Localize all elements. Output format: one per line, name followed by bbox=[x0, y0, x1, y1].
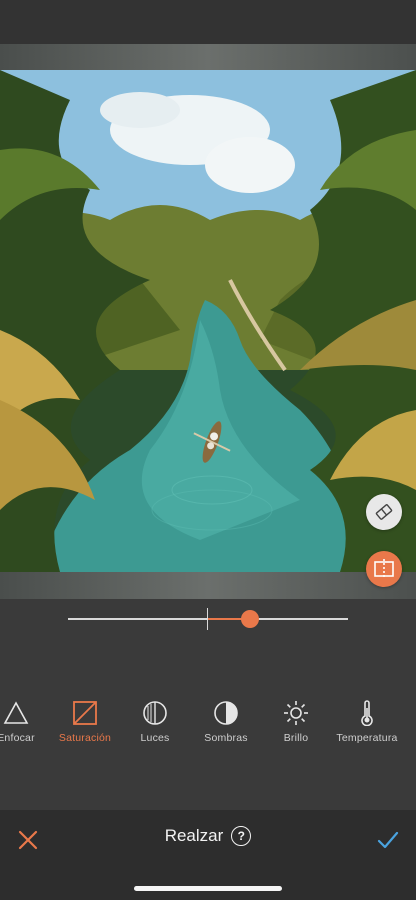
slider-center-mark bbox=[207, 608, 208, 630]
adjust-tools: Enfocar Saturación Luces Sombras Brillo … bbox=[0, 700, 416, 760]
photo-canvas[interactable] bbox=[0, 70, 416, 572]
thermometer-icon bbox=[361, 700, 373, 726]
tool-label: Sombras bbox=[204, 732, 248, 744]
home-indicator bbox=[134, 886, 282, 891]
tool-sombras[interactable]: Sombras bbox=[186, 700, 266, 744]
tool-label: Luces bbox=[140, 732, 170, 744]
slider-thumb[interactable] bbox=[241, 610, 259, 628]
saturation-icon bbox=[73, 701, 97, 725]
shadows-icon bbox=[214, 701, 238, 725]
tool-label: Saturación bbox=[58, 732, 112, 744]
triangle-icon bbox=[3, 701, 29, 724]
tool-label: Temperatura bbox=[336, 732, 398, 744]
tool-saturacion[interactable]: Saturación bbox=[45, 700, 125, 744]
intensity-slider[interactable] bbox=[0, 599, 416, 659]
tool-label: Brillo bbox=[283, 732, 309, 744]
eraser-icon bbox=[375, 504, 393, 520]
compare-icon bbox=[374, 559, 394, 579]
eraser-button[interactable] bbox=[366, 494, 402, 530]
highlights-icon bbox=[143, 701, 167, 725]
tool-luces[interactable]: Luces bbox=[115, 700, 195, 744]
tool-temperatura[interactable]: Temperatura bbox=[327, 700, 407, 744]
bottom-title-area: Realzar? bbox=[0, 826, 416, 846]
sun-icon bbox=[284, 701, 308, 725]
page-title: Realzar bbox=[164, 826, 224, 845]
tool-brillo[interactable]: Brillo bbox=[256, 700, 336, 744]
compare-button[interactable] bbox=[366, 551, 402, 587]
top-bar bbox=[0, 0, 416, 44]
help-button[interactable]: ? bbox=[231, 826, 252, 846]
checkmark-icon[interactable] bbox=[376, 828, 400, 852]
